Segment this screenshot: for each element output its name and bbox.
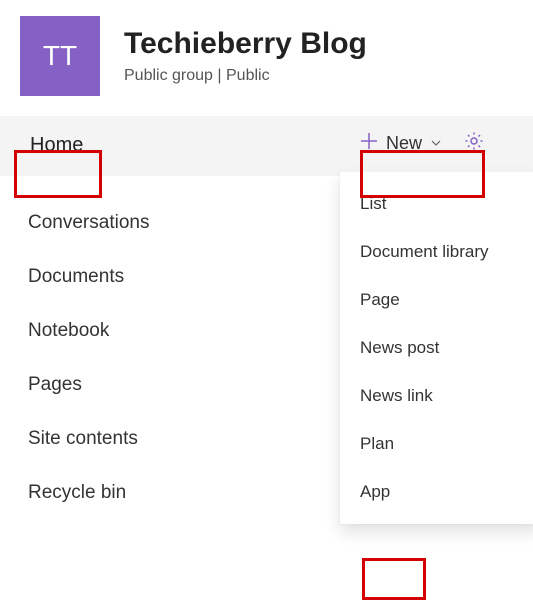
main-panel: New List Document library Page News post… xyxy=(340,116,533,610)
chevron-down-icon xyxy=(430,133,442,154)
new-menu-item-page[interactable]: Page xyxy=(340,276,533,324)
gear-icon xyxy=(464,131,484,156)
sidebar-item-documents[interactable]: Documents xyxy=(0,250,340,304)
site-title: Techieberry Blog xyxy=(124,27,367,61)
sidebar-item-pages[interactable]: Pages xyxy=(0,358,340,412)
site-header: TT Techieberry Blog Public group | Publi… xyxy=(0,0,533,116)
sidebar-item-recycle-bin[interactable]: Recycle bin xyxy=(0,466,340,520)
sidebar-nav: Conversations Documents Notebook Pages S… xyxy=(0,176,340,520)
new-button[interactable]: New xyxy=(350,126,452,161)
new-menu: List Document library Page News post New… xyxy=(340,172,533,524)
sidebar-home-wrap: Home xyxy=(0,116,340,176)
site-logo[interactable]: TT xyxy=(20,16,100,96)
site-logo-text: TT xyxy=(43,40,77,72)
sidebar-item-home[interactable]: Home xyxy=(20,130,93,161)
settings-button[interactable] xyxy=(460,127,488,160)
sidebar: Home Conversations Documents Notebook Pa… xyxy=(0,116,340,610)
sidebar-item-conversations[interactable]: Conversations xyxy=(0,196,340,250)
new-button-label: New xyxy=(386,133,422,154)
site-info: Techieberry Blog Public group | Public xyxy=(124,27,367,85)
command-bar: New xyxy=(340,116,533,171)
sidebar-item-notebook[interactable]: Notebook xyxy=(0,304,340,358)
new-menu-item-app[interactable]: App xyxy=(340,468,533,516)
new-menu-item-news-link[interactable]: News link xyxy=(340,372,533,420)
plus-icon xyxy=(360,132,378,155)
site-subtitle: Public group | Public xyxy=(124,67,367,85)
new-menu-item-document-library[interactable]: Document library xyxy=(340,228,533,276)
new-menu-item-plan[interactable]: Plan xyxy=(340,420,533,468)
sidebar-item-site-contents[interactable]: Site contents xyxy=(0,412,340,466)
new-menu-item-news-post[interactable]: News post xyxy=(340,324,533,372)
new-menu-item-list[interactable]: List xyxy=(340,180,533,228)
content-area: Home Conversations Documents Notebook Pa… xyxy=(0,116,533,610)
